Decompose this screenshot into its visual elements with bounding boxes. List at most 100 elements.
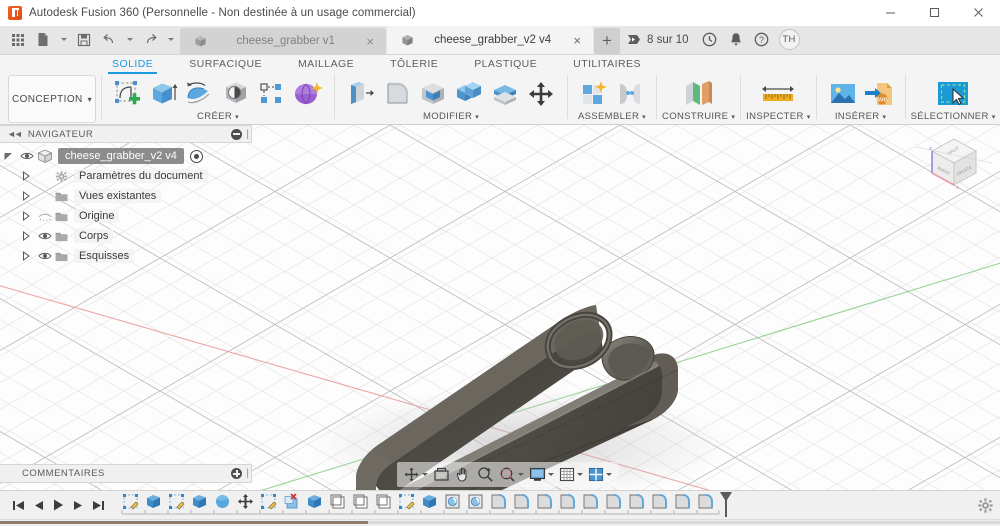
expand-panel-icon[interactable] [231,468,242,479]
joint-icon[interactable] [613,77,647,110]
twisty-collapsed-icon[interactable] [18,191,35,202]
pattern-icon[interactable] [255,77,289,110]
browser-item-document-settings[interactable]: Paramètres du document [0,166,252,186]
skip-to-end-icon[interactable] [88,494,108,516]
skip-to-start-icon[interactable] [8,494,28,516]
notification-bell-icon[interactable] [724,28,748,52]
ribbon-tab-surfacique[interactable]: SURFACIQUE [189,55,262,72]
redo-dropdown-caret-icon[interactable] [163,28,178,52]
recent-icon[interactable] [698,28,722,52]
timeline-scrollbar-thumb[interactable] [0,521,368,524]
minimize-panel-icon[interactable] [231,129,242,140]
avatar[interactable]: TH [779,29,800,50]
twisty-collapsed-icon[interactable] [18,251,35,262]
ribbon-group-construire-label[interactable]: CONSTRUIRE ▾ [662,111,735,122]
root-twisty-icon[interactable] [0,150,17,161]
timeline-scrollbar[interactable] [0,519,1000,526]
sweep-icon[interactable] [219,77,253,110]
view-cube[interactable]: HAUT AVANT DROITE Z X [916,127,992,203]
ribbon-tab-plastique[interactable]: PLASTIQUE [474,55,537,72]
fillet-icon[interactable] [380,77,414,110]
chevron-down-icon[interactable] [422,473,428,476]
browser-root-row[interactable]: cheese_grabber_v2 v4 [0,146,252,166]
workspace-selector[interactable]: CONCEPTION ▾ [8,75,96,123]
extrude-icon[interactable] [147,77,181,110]
browser-item-origin[interactable]: Origine [0,206,252,226]
press-pull-icon[interactable] [344,77,378,110]
create-sketch-icon[interactable] [111,77,145,110]
twisty-collapsed-icon[interactable] [18,231,35,242]
ribbon-tab-utilitaires[interactable]: UTILITAIRES [573,55,641,72]
save-icon[interactable] [72,28,96,52]
timeline-marker[interactable] [720,492,732,517]
ribbon-group-assembler-label[interactable]: ASSEMBLER ▾ [578,111,646,122]
zoom-button[interactable] [475,464,496,486]
document-tab-2[interactable]: cheese_grabber_v2 v4 × [387,26,593,54]
shell-icon[interactable] [416,77,450,110]
help-icon[interactable]: ? [750,28,774,52]
offset-face-icon[interactable] [488,77,522,110]
timeline-feature-strip[interactable] [114,491,734,520]
fit-button[interactable] [497,464,526,486]
revolve-icon[interactable] [183,77,217,110]
close-button[interactable] [956,0,1000,26]
new-tab-button[interactable]: + [594,28,620,54]
ribbon-tab-solide[interactable]: SOLIDE [112,55,153,72]
pan-button[interactable] [453,464,474,486]
browser-header[interactable]: ◄◄ NAVIGATEUR | [0,125,252,143]
chevron-down-icon[interactable] [548,473,554,476]
chevron-down-icon[interactable] [518,473,524,476]
ribbon-group-selectionner-label[interactable]: SÉLECTIONNER ▾ [911,111,996,122]
browser-item-sketches[interactable]: Esquisses [0,246,252,266]
collapse-left-icon[interactable]: ◄◄ [7,129,21,139]
ribbon-group-modifier-label[interactable]: MODIFIER ▾ [423,111,479,122]
panel-grip-icon[interactable]: | [246,129,248,140]
viewports-button[interactable] [586,464,614,486]
timeline-settings-button[interactable] [970,491,1000,520]
panel-grip-icon[interactable]: | [246,468,248,479]
ribbon-group-creer-label[interactable]: CRÉER ▾ [197,111,239,122]
insert-image-icon[interactable] [826,77,860,110]
insert-svg-icon[interactable]: SVG [862,77,896,110]
ribbon-group-inspecter-label[interactable]: INSPECTER ▾ [746,111,810,122]
viewport-canvas[interactable]: ◄◄ NAVIGATEUR | [0,125,1000,490]
grid-snaps-button[interactable] [557,464,585,486]
activate-component-icon[interactable] [190,150,203,163]
browser-item-named-views[interactable]: Vues existantes [0,186,252,206]
redo-icon[interactable] [138,28,162,52]
orbit-button[interactable] [401,464,430,486]
eye-hidden-icon[interactable] [35,211,55,221]
combine-icon[interactable] [452,77,486,110]
display-settings-button[interactable] [527,464,556,486]
app-grid-icon[interactable] [6,28,30,52]
eye-visible-icon[interactable] [35,251,55,261]
measure-icon[interactable] [756,77,800,110]
file-icon[interactable] [31,28,55,52]
twisty-collapsed-icon[interactable] [18,211,35,222]
chevron-down-icon[interactable] [577,473,583,476]
construction-plane-icon[interactable] [679,77,719,110]
file-dropdown-caret-icon[interactable] [56,28,71,52]
comments-panel[interactable]: COMMENTAIRES | [0,464,252,483]
twisty-collapsed-icon[interactable] [18,171,35,182]
eye-visible-icon[interactable] [35,231,55,241]
play-icon[interactable] [48,494,68,516]
document-tab-2-close-icon[interactable]: × [571,34,583,47]
create-form-icon[interactable] [291,77,325,110]
chevron-down-icon[interactable] [606,473,612,476]
document-tab-1[interactable]: cheese_grabber v1 × [180,28,386,54]
document-tab-1-close-icon[interactable]: × [364,35,376,48]
undo-dropdown-caret-icon[interactable] [122,28,137,52]
ribbon-tab-maillage[interactable]: MAILLAGE [298,55,354,72]
job-status[interactable]: 8 sur 10 [624,25,698,54]
ribbon-tab-tolerie[interactable]: TÔLERIE [390,55,438,72]
ribbon-group-inserer-label[interactable]: INSÉRER ▾ [835,111,887,122]
undo-icon[interactable] [97,28,121,52]
minimize-button[interactable] [868,0,912,26]
move-copy-icon[interactable] [524,77,558,110]
look-at-button[interactable] [431,464,452,486]
new-component-icon[interactable] [577,77,611,110]
step-back-icon[interactable] [28,494,48,516]
select-window-icon[interactable] [928,77,978,110]
step-forward-icon[interactable] [68,494,88,516]
